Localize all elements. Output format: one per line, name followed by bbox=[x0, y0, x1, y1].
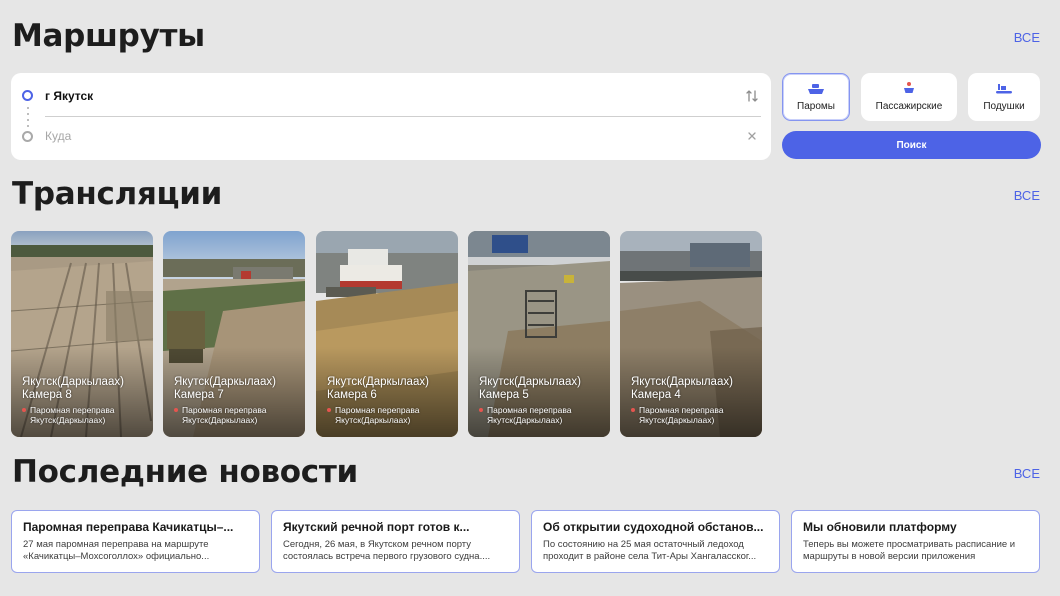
news-card-title: Об открытии судоходной обстанов... bbox=[543, 520, 764, 534]
news-card-line1: 27 мая паромная переправа на маршруте bbox=[23, 539, 209, 550]
type-hovercraft-button[interactable]: Подушки bbox=[968, 73, 1040, 121]
news-card-text: Сегодня, 26 мая, в Якутском речном порту… bbox=[283, 539, 508, 563]
stream-place: Якутск(Даркылаах) bbox=[22, 376, 124, 388]
type-hovercraft-label: Подушки bbox=[983, 101, 1025, 112]
stream-route-line1: Паромная переправа bbox=[639, 405, 724, 415]
news-card-line2: состоялась встреча первого грузового суд… bbox=[283, 551, 491, 562]
news-card-text: 27 мая паромная переправа на маршруте «К… bbox=[23, 539, 248, 563]
news-card[interactable]: Мы обновили платформу Теперь вы можете п… bbox=[791, 510, 1040, 573]
news-card-line1: Сегодня, 26 мая, в Якутском речном порту bbox=[283, 539, 472, 550]
news-card-title: Мы обновили платформу bbox=[803, 520, 957, 534]
news-title: Последние новости bbox=[12, 454, 358, 490]
stream-route-line2: Якутск(Даркылаах) bbox=[639, 415, 715, 425]
destination-point-icon bbox=[22, 131, 33, 142]
live-indicator-icon bbox=[174, 408, 178, 412]
streams-title: Трансляции bbox=[12, 176, 223, 212]
stream-card-camera-8[interactable]: Якутск(Даркылаах) Камера 8 Паромная пере… bbox=[11, 231, 153, 437]
stream-title: Якутск(Даркылаах) Камера 8 bbox=[22, 376, 147, 402]
stream-card-camera-5[interactable]: Якутск(Даркылаах) Камера 5 Паромная пере… bbox=[468, 231, 610, 437]
ferry-icon bbox=[808, 84, 824, 94]
type-passenger-button[interactable]: Пассажирские bbox=[861, 73, 957, 121]
stream-route-line1: Паромная переправа bbox=[30, 405, 115, 415]
stream-camera: Камера 7 bbox=[174, 389, 224, 401]
origin-point-icon bbox=[22, 90, 33, 101]
live-indicator-icon bbox=[22, 408, 26, 412]
news-card[interactable]: Об открытии судоходной обстанов... По со… bbox=[531, 510, 780, 573]
news-card-line1: По состоянию на 25 мая остаточный ледохо… bbox=[543, 539, 744, 550]
live-indicator-icon bbox=[479, 408, 483, 412]
stream-place: Якутск(Даркылаах) bbox=[174, 376, 276, 388]
stream-title: Якутск(Даркылаах) Камера 6 bbox=[327, 376, 452, 402]
stream-card-camera-7[interactable]: Якутск(Даркылаах) Камера 7 Паромная пере… bbox=[163, 231, 305, 437]
hovercraft-icon bbox=[996, 84, 1012, 94]
stream-card-camera-4[interactable]: Якутск(Даркылаах) Камера 4 Паромная пере… bbox=[620, 231, 762, 437]
close-icon[interactable] bbox=[743, 127, 761, 145]
stream-route-line2: Якутск(Даркылаах) bbox=[182, 415, 258, 425]
live-indicator-icon bbox=[327, 408, 331, 412]
stream-route-line1: Паромная переправа bbox=[182, 405, 267, 415]
news-card-line2: проходит в районе села Тит-Ары Хангаласс… bbox=[543, 551, 757, 562]
route-divider bbox=[45, 116, 761, 117]
stream-route-line1: Паромная переправа bbox=[335, 405, 420, 415]
news-card-text: Теперь вы можете просматривать расписани… bbox=[803, 539, 1028, 563]
type-ferry-label: Паромы bbox=[797, 101, 835, 112]
stream-place: Якутск(Даркылаах) bbox=[327, 376, 429, 388]
stream-route: Паромная переправа Якутск(Даркылаах) bbox=[22, 405, 150, 425]
search-button[interactable]: Поиск bbox=[782, 131, 1041, 159]
news-card-line2: «Качикатцы–Мохсоголлох» официально... bbox=[23, 551, 210, 562]
stream-route-line2: Якутск(Даркылаах) bbox=[335, 415, 411, 425]
routes-all-link[interactable]: ВСЕ bbox=[1014, 30, 1040, 45]
news-card-title: Якутский речной порт готов к... bbox=[283, 520, 470, 534]
news-card-text: По состоянию на 25 мая остаточный ледохо… bbox=[543, 539, 768, 563]
routes-title: Маршруты bbox=[12, 18, 205, 54]
route-form bbox=[11, 73, 771, 160]
stream-title: Якутск(Даркылаах) Камера 4 bbox=[631, 376, 756, 402]
news-card-line1: Теперь вы можете просматривать расписани… bbox=[803, 539, 1016, 550]
stream-route-line2: Якутск(Даркылаах) bbox=[30, 415, 106, 425]
type-passenger-label: Пассажирские bbox=[875, 101, 943, 112]
news-card[interactable]: Якутский речной порт готов к... Сегодня,… bbox=[271, 510, 520, 573]
route-connector bbox=[27, 105, 29, 129]
news-card-title: Паромная переправа Качикатцы–... bbox=[23, 520, 234, 534]
stream-route: Паромная переправа Якутск(Даркылаах) bbox=[631, 405, 759, 425]
stream-place: Якутск(Даркылаах) bbox=[479, 376, 581, 388]
news-card-line2: маршруты в новой версии приложения bbox=[803, 551, 976, 562]
streams-all-link[interactable]: ВСЕ bbox=[1014, 188, 1040, 203]
swap-vertical-icon[interactable] bbox=[743, 87, 761, 105]
stream-route-line1: Паромная переправа bbox=[487, 405, 572, 415]
stream-card-camera-6[interactable]: Якутск(Даркылаах) Камера 6 Паромная пере… bbox=[316, 231, 458, 437]
stream-place: Якутск(Даркылаах) bbox=[631, 376, 733, 388]
live-indicator-icon bbox=[631, 408, 635, 412]
stream-camera: Камера 6 bbox=[327, 389, 377, 401]
stream-title: Якутск(Даркылаах) Камера 5 bbox=[479, 376, 604, 402]
type-ferry-button[interactable]: Паромы bbox=[782, 73, 850, 121]
origin-input[interactable] bbox=[45, 88, 725, 104]
stream-route-line2: Якутск(Даркылаах) bbox=[487, 415, 563, 425]
passenger-boat-icon bbox=[904, 82, 914, 93]
stream-title: Якутск(Даркылаах) Камера 7 bbox=[174, 376, 299, 402]
destination-input[interactable] bbox=[45, 128, 725, 144]
stream-route: Паромная переправа Якутск(Даркылаах) bbox=[327, 405, 455, 425]
news-all-link[interactable]: ВСЕ bbox=[1014, 466, 1040, 481]
stream-camera: Камера 8 bbox=[22, 389, 72, 401]
stream-route: Паромная переправа Якутск(Даркылаах) bbox=[479, 405, 607, 425]
news-card[interactable]: Паромная переправа Качикатцы–... 27 мая … bbox=[11, 510, 260, 573]
stream-camera: Камера 4 bbox=[631, 389, 681, 401]
stream-route: Паромная переправа Якутск(Даркылаах) bbox=[174, 405, 302, 425]
stream-camera: Камера 5 bbox=[479, 389, 529, 401]
